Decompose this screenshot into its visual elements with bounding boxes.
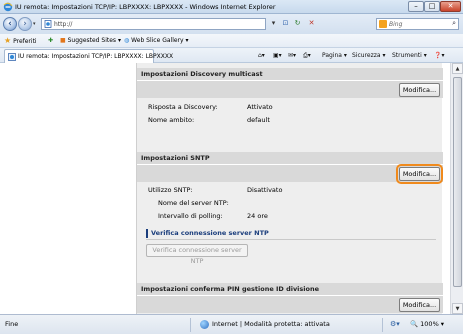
security-zone-text[interactable]: Internet | Modalità protetta: attivata [212,320,330,329]
search-icon[interactable]: ⌕ [452,19,456,28]
recent-pages-dropdown-icon[interactable]: ▾ [33,21,36,27]
search-input[interactable]: Bing ⌕ [376,18,459,30]
help-menu[interactable]: ❓▾ [434,50,444,61]
suggested-sites-label: Suggested Sites ▾ [67,37,121,44]
address-url[interactable]: http:// [54,20,72,29]
print-icon[interactable]: ⎙▾ [303,50,311,61]
left-blank-area [0,63,136,314]
discovery-response-value: Attivato [247,103,273,111]
scroll-thumb[interactable] [453,77,462,287]
internet-explorer-icon [3,2,13,12]
web-slice-gallery-label: Web Slice Gallery ▾ [131,37,189,44]
stop-icon[interactable]: ✕ [306,18,317,30]
tab-label: IU remota: Impostazioni TCP/IP: LBPXXXX:… [18,53,174,60]
verify-ntp-title: Verifica connessione server NTP [146,229,269,238]
forward-button[interactable]: › [18,17,32,31]
protected-mode-icon[interactable]: ⚙▾ [390,320,400,329]
discovery-response-label: Risposta a Discovery: [148,103,218,111]
title-bar: IU remota: Impostazioni TCP/IP: LBPXXXX:… [0,0,463,14]
page-icon [44,20,52,28]
sntp-usage-label: Utilizzo SNTP: [148,186,193,194]
scope-name-value: default [247,116,270,124]
pin-section-header: Impostazioni conferma PIN gestione ID di… [137,283,443,295]
scroll-up-arrow-icon[interactable]: ▲ [452,63,463,74]
polling-interval-label: Intervallo di polling: [158,212,223,220]
read-mail-icon[interactable]: ✉▾ [288,50,296,61]
favorites-bar: ★ Preferiti ✚ ■ Suggested Sites ▾ ◍ Web … [0,34,463,48]
pin-button-bar: Modifica... [137,295,443,313]
vertical-scrollbar[interactable]: ▲ ▼ [450,63,463,314]
tab-page-icon [8,53,16,61]
sntp-usage-value: Disattivato [247,186,283,194]
web-slice-gallery-link[interactable]: ◍ Web Slice Gallery ▾ [124,36,189,46]
bing-logo-icon [379,20,387,28]
zoom-control[interactable]: 🔍 100% ▾ [410,320,444,329]
discovery-edit-button[interactable]: Modifica... [399,83,440,97]
tab-remote-ui[interactable]: IU remota: Impostazioni TCP/IP: LBPXXXX:… [4,49,173,63]
discovery-button-bar: Modifica... [137,80,443,98]
status-divider [190,318,191,332]
close-button[interactable]: ✕ [440,1,461,12]
compatibility-view-icon[interactable]: ⊡ [280,18,291,30]
favorites-label: Preferiti [13,38,37,45]
sntp-edit-button[interactable]: Modifica... [396,164,443,184]
settings-panel: Impostazioni Discovery multicast Modific… [136,63,443,314]
suggested-sites-link[interactable]: ■ Suggested Sites ▾ [60,36,121,46]
search-placeholder: Bing [389,21,403,28]
maximize-button[interactable]: □ [424,1,440,12]
status-text: Fine [5,320,19,328]
polling-interval-value: 24 ore [247,212,268,220]
sntp-section-header: Impostazioni SNTP [137,152,443,164]
tools-menu[interactable]: Strumenti ▾ [392,50,427,61]
page-content: Impostazioni Discovery multicast Modific… [0,63,450,314]
discovery-section-header: Impostazioni Discovery multicast [137,68,443,80]
scope-name-label: Nome ambito: [148,116,195,124]
internet-zone-icon [200,320,209,329]
sntp-button-bar: Modifica... [137,164,443,184]
back-button[interactable]: ‹ [3,17,17,31]
safety-menu[interactable]: Sicurezza ▾ [352,50,386,61]
add-to-favorites-icon[interactable]: ✚ [48,36,53,46]
suggested-sites-icon: ■ [60,37,66,44]
feeds-icon[interactable]: ▣▾ [273,50,282,61]
favorites-button[interactable]: ★ Preferiti [4,36,37,47]
minimize-button[interactable]: – [408,1,424,12]
window-title: IU remota: Impostazioni TCP/IP: LBPXXXX:… [15,3,276,11]
address-field[interactable]: http:// [41,18,266,30]
page-menu[interactable]: Pagina ▾ [322,50,347,61]
status-divider-2 [382,318,383,332]
home-icon[interactable]: ⌂▾ [258,50,265,61]
verify-ntp-button: Verifica connessione server NTP [146,244,248,265]
web-slice-icon: ◍ [124,37,130,44]
dropdown-icon[interactable]: ▾ [268,18,279,30]
refresh-icon[interactable]: ↻ [292,18,303,30]
status-bar: Fine Internet | Modalità protetta: attiv… [0,314,463,334]
scroll-down-arrow-icon[interactable]: ▼ [452,303,463,314]
favorites-star-icon: ★ [4,36,12,45]
address-toolbar: ‹ › ▾ http:// ▾ ⊡ ↻ ✕ Bing ⌕ [0,14,463,34]
verify-separator [146,239,436,240]
ntp-server-label: Nome del server NTP: [158,199,229,207]
pin-edit-button[interactable]: Modifica... [399,298,440,312]
